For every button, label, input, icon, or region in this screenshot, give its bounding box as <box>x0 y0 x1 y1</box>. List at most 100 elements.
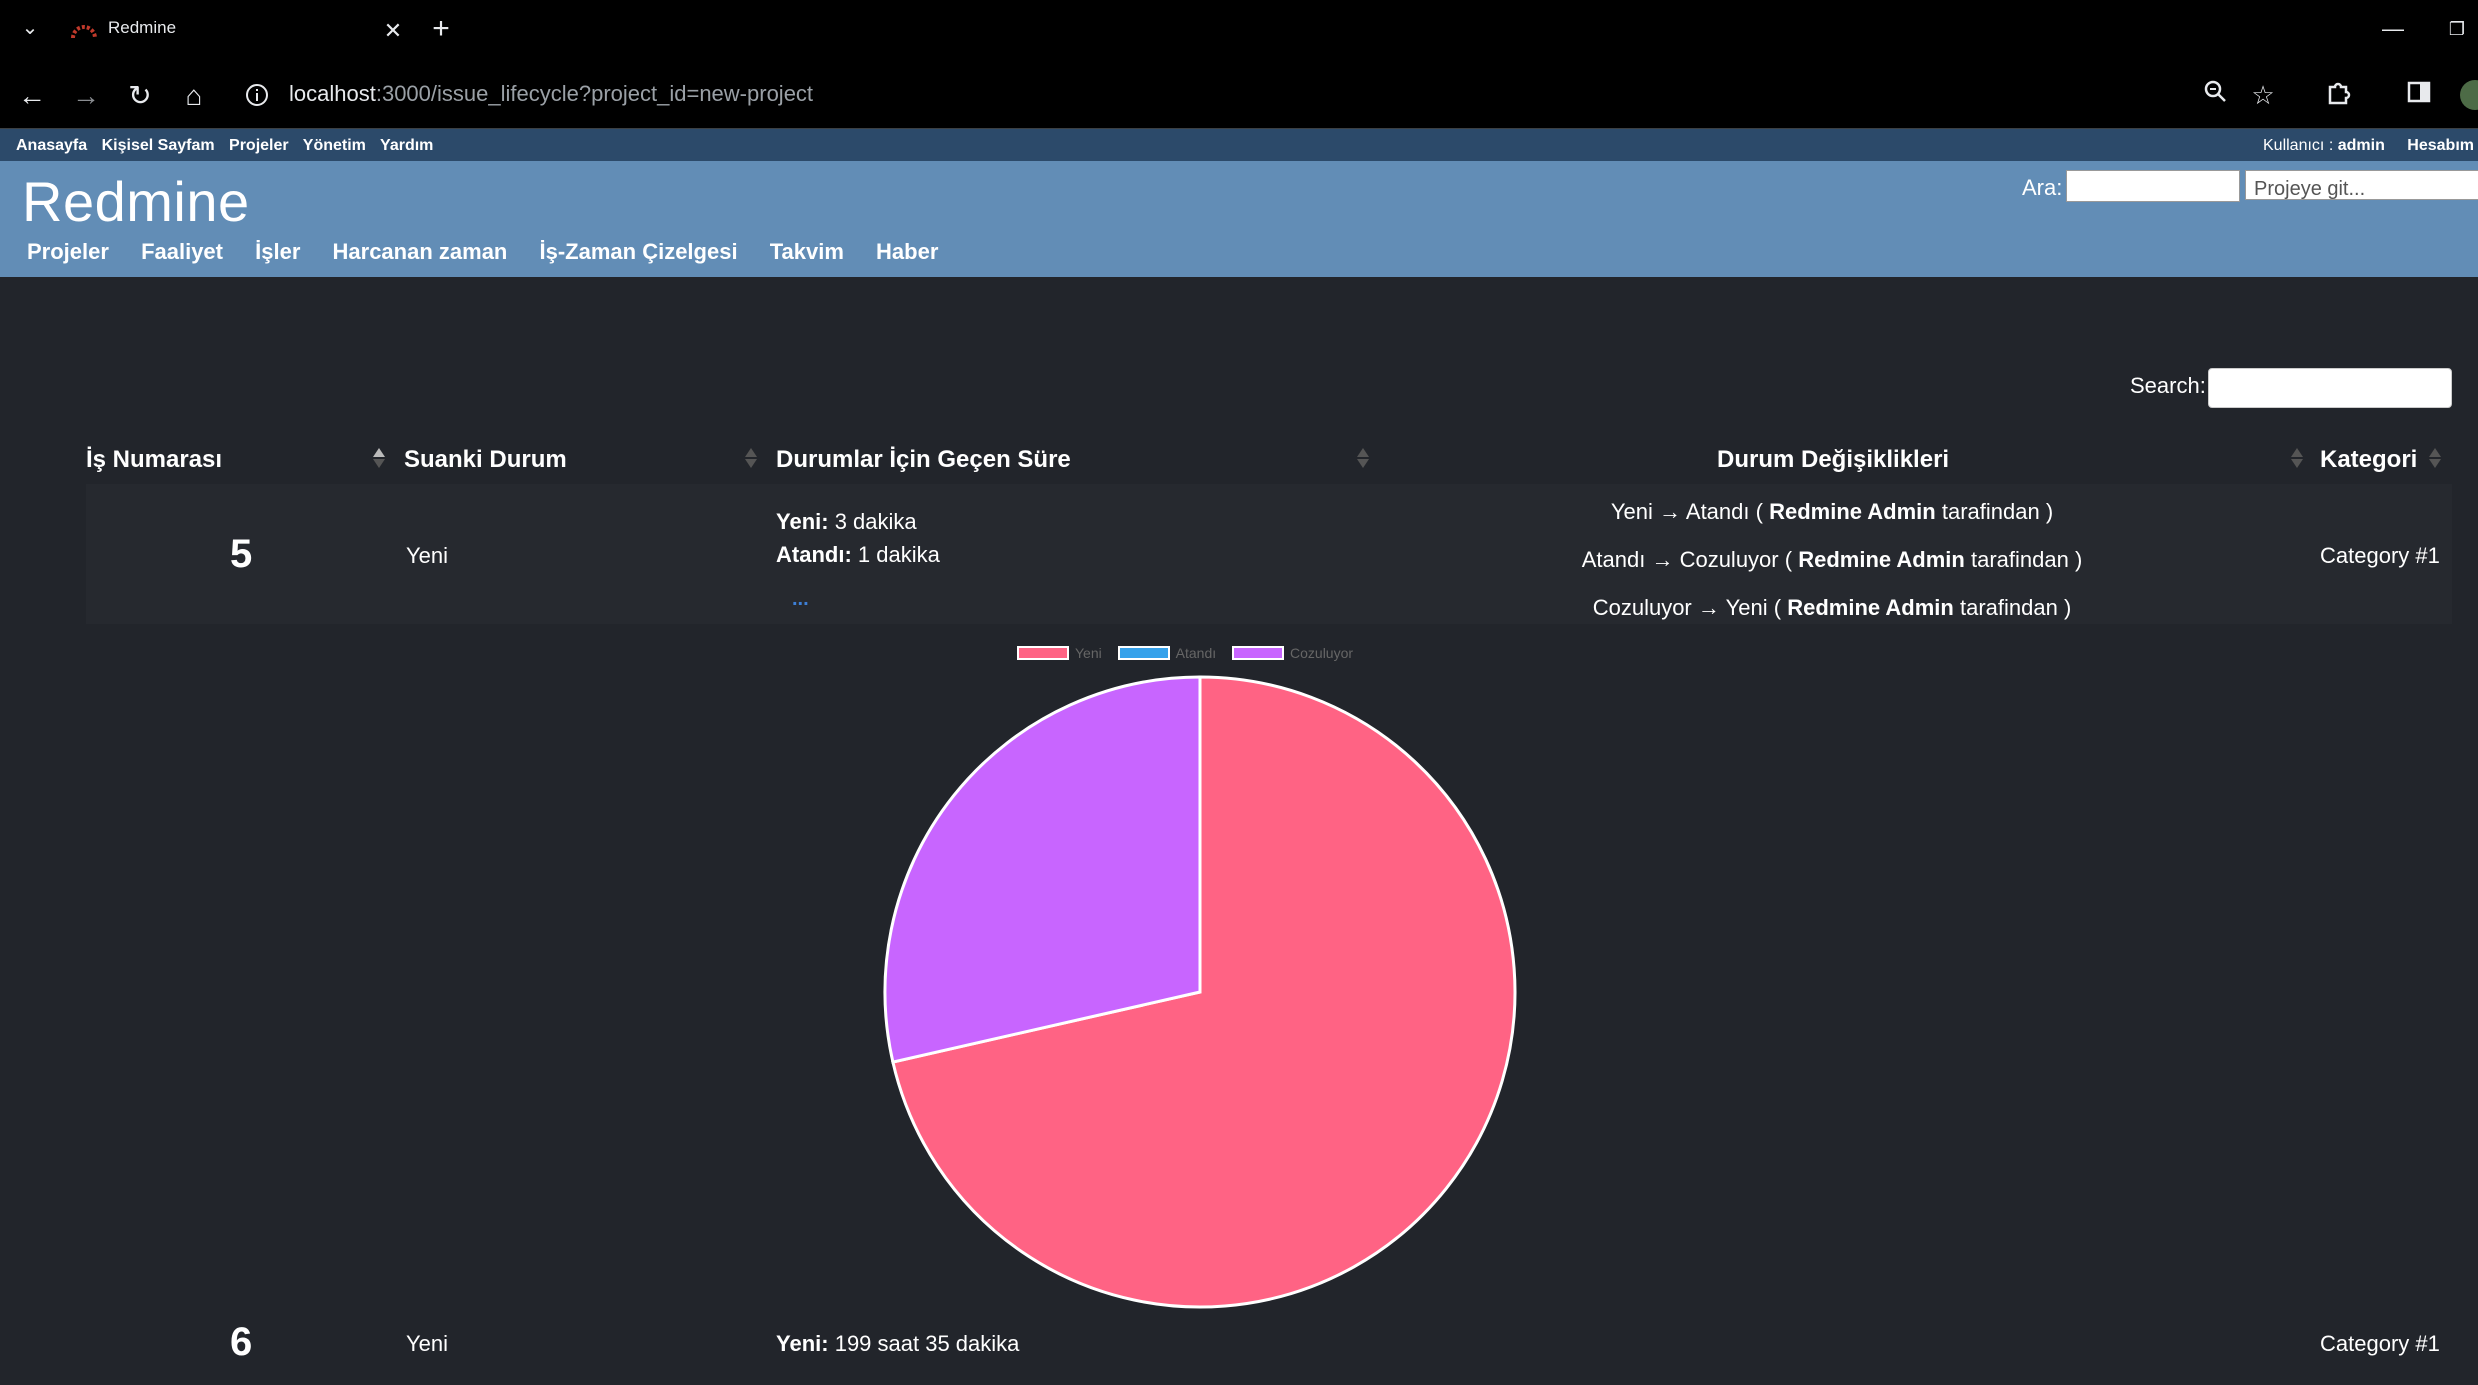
from-status: Cozuluyor <box>1592 595 1692 620</box>
to-status: Atandı <box>1685 499 1750 524</box>
change-author: Redmine Admin <box>1769 499 1936 524</box>
change-author: Redmine Admin <box>1798 547 1965 572</box>
duration-line: Atandı: 1 dakika <box>776 542 940 568</box>
browser-toolbar: ← → ↻ ⌂ localhost:3000/issue_lifecycle?p… <box>0 66 2478 124</box>
duration-label: Yeni: <box>776 1331 829 1356</box>
sort-icon[interactable] <box>2290 446 2304 470</box>
legend-item[interactable]: Atandı <box>1117 645 1217 661</box>
legend-swatch <box>1117 646 1170 660</box>
duration-label: Atandı: <box>776 542 852 567</box>
legend-swatch <box>1017 646 1069 660</box>
site-title[interactable]: Redmine <box>22 169 250 234</box>
tab-spent-time[interactable]: Harcanan zaman <box>333 239 508 264</box>
category: Category #1 <box>2320 1331 2440 1356</box>
project-jump-select[interactable]: Projeye git... <box>2245 170 2478 200</box>
star-icon[interactable]: ☆ <box>2246 78 2280 112</box>
issue-id[interactable]: 6 <box>230 1320 252 1365</box>
duration-value: 3 dakika <box>834 509 917 534</box>
sort-icon[interactable] <box>2428 446 2442 470</box>
my-account-link[interactable]: Hesabım <box>2407 137 2474 154</box>
quick-search-input[interactable] <box>2066 170 2240 202</box>
category: Category #1 <box>2320 543 2440 568</box>
tab-strip: ⌄ Redmine ✕ + — ❐ <box>0 0 2478 60</box>
address-bar[interactable]: localhost:3000/issue_lifecycle?project_i… <box>289 81 813 107</box>
chart-legend: Yeni Atandı Cozuluyor <box>1017 645 1365 665</box>
site-header: Redmine Ara: Projeye git... Projeler Faa… <box>0 161 2478 277</box>
legend-item[interactable]: Yeni <box>1017 645 1102 661</box>
restore-icon[interactable]: ❐ <box>2442 14 2472 44</box>
tab-projects[interactable]: Projeler <box>27 239 109 264</box>
table-header: İş Numarası Suanki Durum Durumlar İçin G… <box>86 440 2452 478</box>
arrow: → <box>1658 499 1681 524</box>
tab-calendar[interactable]: Takvim <box>770 239 844 264</box>
zoom-icon[interactable] <box>2198 78 2232 112</box>
duration-value: 1 dakika <box>857 542 940 567</box>
home-icon[interactable]: ⌂ <box>174 76 214 116</box>
col-time-in-status[interactable]: Durumlar İçin Geçen Süre <box>776 446 1071 474</box>
legend-label: Cozuluyor <box>1290 645 1354 661</box>
legend-label: Atandı <box>1175 645 1217 661</box>
paren: ( <box>1773 595 1782 620</box>
url-path: :3000/issue_lifecycle?project_id=new-pro… <box>375 81 814 106</box>
change-by: tarafindan ) <box>1941 499 2054 524</box>
current-status: Yeni <box>406 543 449 568</box>
col-status-changes[interactable]: Durum Değişiklikleri <box>1717 446 1949 474</box>
legend-label: Yeni <box>1075 645 1102 661</box>
info-icon[interactable] <box>244 82 270 108</box>
arrow: → <box>1697 595 1720 620</box>
top-menu: Anasayfa Kişisel Sayfam Projeler Yönetim… <box>0 129 2478 161</box>
duration-line: Yeni: 3 dakika <box>776 509 917 535</box>
sort-icon[interactable] <box>744 446 758 470</box>
tab-news[interactable]: Haber <box>876 239 938 264</box>
close-icon[interactable]: ✕ <box>376 14 410 48</box>
tab-activity[interactable]: Faaliyet <box>141 239 223 264</box>
logged-as-label: Kullanıcı : <box>2263 137 2334 154</box>
tab-title: Redmine <box>108 18 177 37</box>
quick-search-label: Ara: <box>2022 175 2063 200</box>
puzzle-icon[interactable] <box>2322 78 2356 112</box>
reload-icon[interactable]: ↻ <box>120 76 160 116</box>
minimize-icon[interactable]: — <box>2378 14 2408 44</box>
top-menu-home[interactable]: Anasayfa <box>16 137 87 154</box>
profile-avatar[interactable] <box>2460 80 2478 110</box>
col-issue-number[interactable]: İş Numarası <box>86 446 222 474</box>
from-status: Atandı <box>1581 547 1646 572</box>
user-link[interactable]: admin <box>2338 137 2385 154</box>
duration-line: Yeni: 199 saat 35 dakika <box>776 1331 1019 1357</box>
change-author: Redmine Admin <box>1787 595 1954 620</box>
status-change: Yeni → Atandı ( Redmine Admin tarafindan… <box>1320 499 2344 525</box>
top-menu-projects[interactable]: Projeler <box>229 137 289 154</box>
show-more-link[interactable]: ... <box>792 588 809 611</box>
sort-icon[interactable] <box>1356 446 1370 470</box>
logged-as: Kullanıcı : admin Hesabım <box>2263 137 2474 155</box>
issue-id[interactable]: 5 <box>230 532 252 577</box>
arrow-left-icon[interactable]: ← <box>12 76 52 116</box>
table-search-label: Search: <box>2130 373 2206 398</box>
paren: ( <box>1755 499 1763 524</box>
top-menu-links: Anasayfa Kişisel Sayfam Projeler Yönetim… <box>16 137 443 155</box>
top-menu-admin[interactable]: Yönetim <box>303 137 366 154</box>
col-category[interactable]: Kategori <box>2320 446 2417 474</box>
col-current-status[interactable]: Suanki Durum <box>404 446 567 474</box>
tab-issues[interactable]: İşler <box>255 239 300 264</box>
browser-tab[interactable]: Redmine ✕ <box>60 8 410 54</box>
chevron-down-icon[interactable]: ⌄ <box>18 16 42 40</box>
current-status: Yeni <box>406 1331 449 1356</box>
top-menu-my-page[interactable]: Kişisel Sayfam <box>102 137 215 154</box>
url-host: localhost <box>289 81 376 106</box>
legend-item[interactable]: Cozuluyor <box>1232 645 1353 661</box>
side-panel-icon[interactable] <box>2402 78 2436 112</box>
status-change: Cozuluyor → Yeni ( Redmine Admin tarafin… <box>1320 595 2344 621</box>
arrow-right-icon[interactable]: → <box>66 76 106 116</box>
legend-swatch <box>1232 646 1285 660</box>
status-pie-chart <box>883 675 1517 1309</box>
duration-value: 199 saat 35 dakika <box>834 1331 1020 1356</box>
top-menu-help[interactable]: Yardım <box>380 137 433 154</box>
table-search-input[interactable] <box>2208 368 2452 408</box>
new-tab-plus-icon[interactable]: + <box>424 12 458 46</box>
sort-asc-icon[interactable] <box>372 446 386 470</box>
main-menu: Projeler Faaliyet İşler Harcanan zaman İ… <box>27 239 964 265</box>
status-change: Atandı → Cozuluyor ( Redmine Admin taraf… <box>1320 547 2344 573</box>
tab-gantt[interactable]: İş-Zaman Çizelgesi <box>540 239 738 264</box>
to-status: Cozuluyor <box>1679 547 1779 572</box>
